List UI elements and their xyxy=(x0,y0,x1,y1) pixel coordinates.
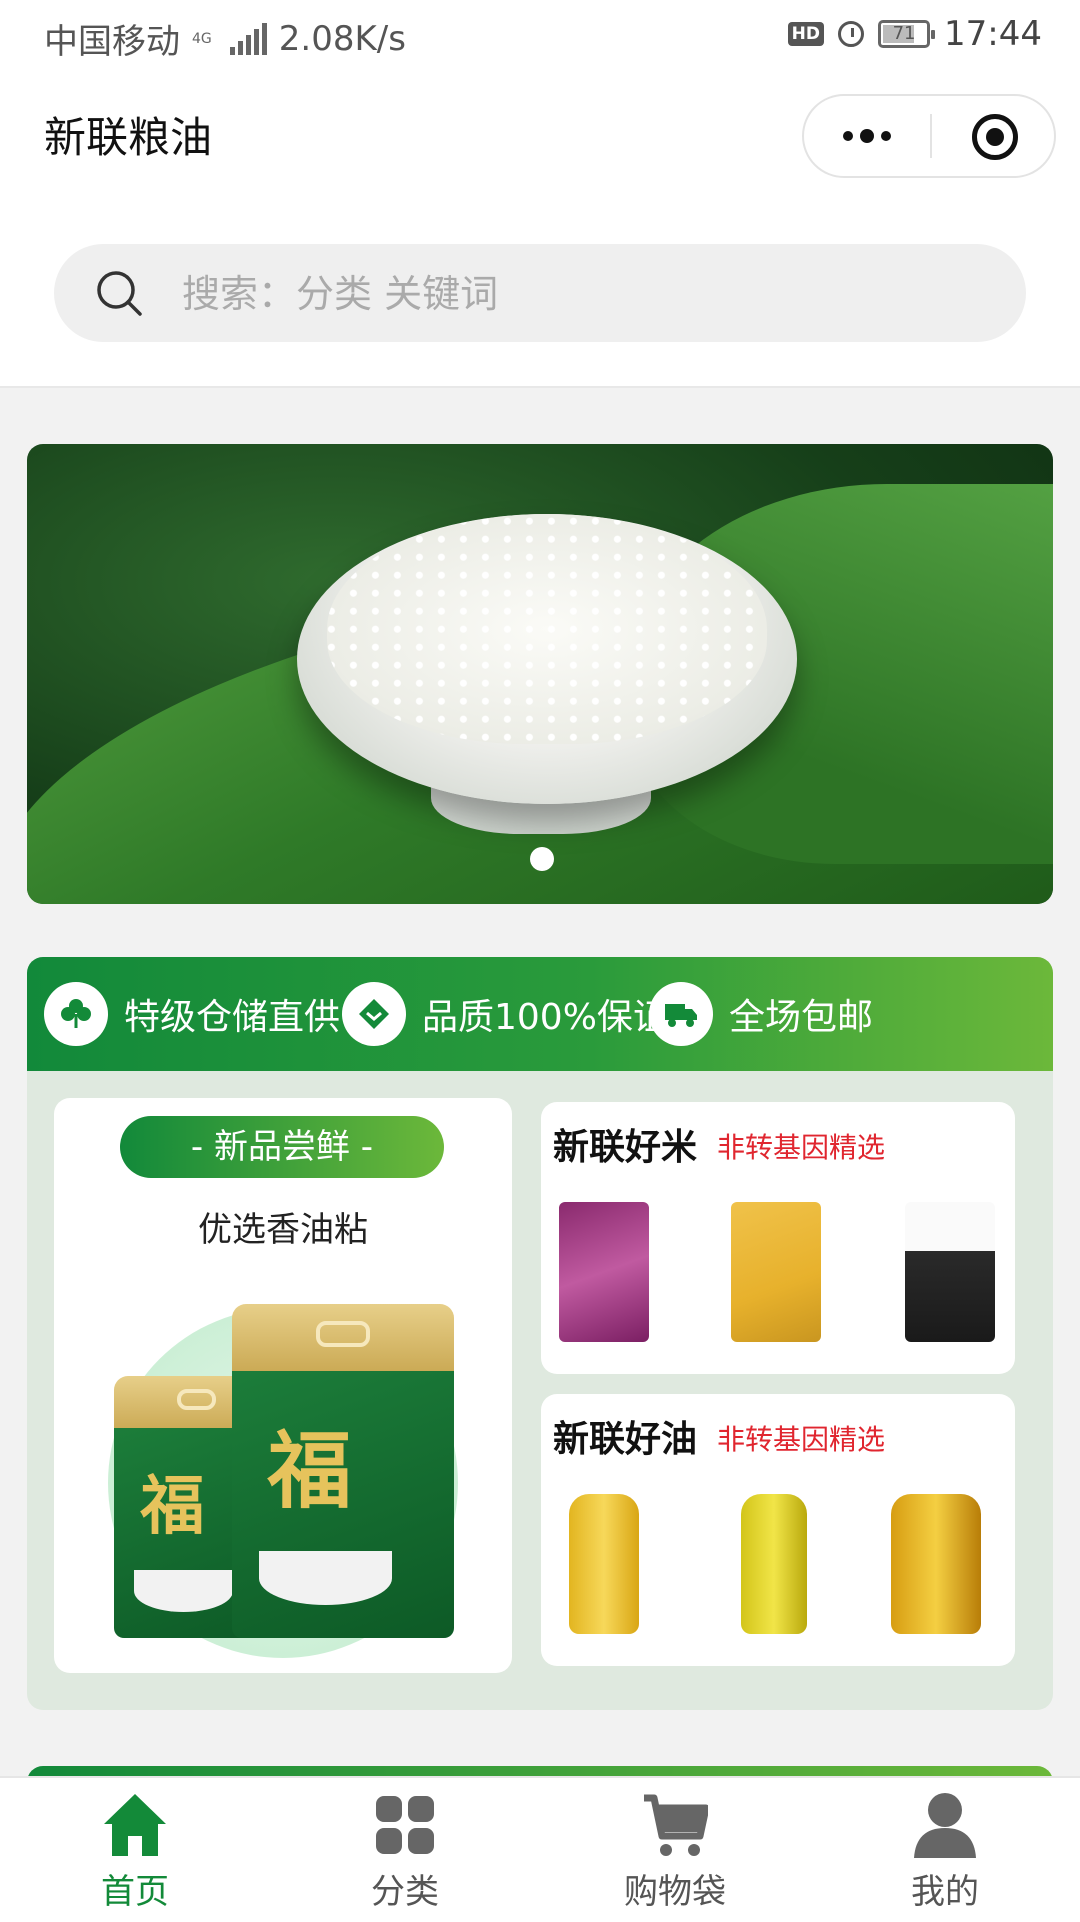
clover-icon xyxy=(44,982,108,1046)
guarantee-item: 特级仓储直供 xyxy=(44,957,340,1071)
new-product-pill: - 新品尝鲜 - xyxy=(120,1116,444,1178)
search-icon xyxy=(97,271,142,316)
rice-product-image xyxy=(905,1202,995,1342)
feature-section: 特级仓储直供 品质100%保证 全场包邮 - 新品尝鲜 - 优选香油粘 福 福 … xyxy=(27,957,1053,1710)
alarm-icon xyxy=(838,21,865,47)
guarantee-label: 全场包邮 xyxy=(729,997,874,1038)
category-icon xyxy=(376,1796,434,1854)
tab-label: 购物袋 xyxy=(624,1872,726,1912)
search-box[interactable] xyxy=(54,244,1026,344)
hd-icon: HD xyxy=(787,22,825,46)
tab-label: 首页 xyxy=(101,1872,169,1912)
tab-label: 分类 xyxy=(371,1872,439,1912)
more-dot-icon xyxy=(881,131,891,141)
rice-product-image xyxy=(731,1202,821,1342)
user-icon xyxy=(914,1793,976,1858)
cart-icon xyxy=(644,1794,708,1856)
tab-bar: 首页 分类 购物袋 我的 xyxy=(0,1776,1080,1922)
new-product-card[interactable]: - 新品尝鲜 - 优选香油粘 福 福 xyxy=(54,1098,512,1673)
card-title: 新联好米 xyxy=(553,1127,698,1168)
signal-icon xyxy=(229,22,267,55)
card-tag: 非转基因精选 xyxy=(717,1131,886,1164)
network-type: 4G xyxy=(192,30,212,47)
tab-category[interactable]: 分类 xyxy=(270,1778,540,1922)
more-dot-icon xyxy=(860,129,874,143)
truck-icon xyxy=(649,982,713,1046)
close-miniprogram-button[interactable] xyxy=(972,114,1018,160)
carousel-indicator-dot[interactable] xyxy=(530,847,554,871)
card-tag: 非转基因精选 xyxy=(717,1423,886,1456)
page-title: 新联粮油 xyxy=(44,113,213,162)
rice-category-card[interactable]: 新联好米 非转基因精选 xyxy=(541,1102,1015,1374)
network-speed: 2.08K/s xyxy=(278,18,406,59)
guarantee-label: 特级仓储直供 xyxy=(124,997,341,1038)
capsule-divider xyxy=(930,114,932,158)
search-input[interactable] xyxy=(180,244,1004,344)
more-menu-button[interactable] xyxy=(804,96,930,176)
oil-product-image xyxy=(569,1494,639,1634)
oil-product-image xyxy=(741,1494,807,1634)
status-right: HD 71 17:44 xyxy=(787,14,1042,54)
tab-label: 我的 xyxy=(911,1872,979,1912)
diamond-icon xyxy=(342,982,406,1046)
guarantee-bar: 特级仓储直供 品质100%保证 全场包邮 xyxy=(27,957,1053,1071)
guarantee-item: 全场包邮 xyxy=(649,957,873,1071)
status-bar: 中国移动 4G 2.08K/s HD 71 17:44 xyxy=(0,0,1080,74)
rice-bag-image: 福 xyxy=(232,1304,454,1638)
card-title: 新联好油 xyxy=(553,1419,698,1460)
miniprogram-capsule xyxy=(802,94,1056,178)
oil-category-card[interactable]: 新联好油 非转基因精选 xyxy=(541,1394,1015,1666)
battery-level: 71 xyxy=(892,23,916,44)
status-left: 中国移动 4G 2.08K/s xyxy=(44,14,406,63)
banner-carousel[interactable] xyxy=(27,444,1053,904)
home-icon xyxy=(104,1794,166,1856)
more-dot-icon xyxy=(843,131,853,141)
rice-product-image xyxy=(559,1202,649,1342)
title-bar: 新联粮油 xyxy=(0,74,1080,204)
guarantee-item: 品质100%保证 xyxy=(342,957,669,1071)
new-product-title: 优选香油粘 xyxy=(198,1210,368,1250)
battery-icon: 71 xyxy=(878,20,936,48)
carrier-name: 中国移动 xyxy=(44,22,180,62)
clock: 17:44 xyxy=(944,14,1042,54)
tab-home[interactable]: 首页 xyxy=(0,1778,270,1922)
oil-product-image xyxy=(891,1494,981,1634)
tab-cart[interactable]: 购物袋 xyxy=(540,1778,810,1922)
guarantee-label: 品质100%保证 xyxy=(422,997,669,1038)
banner-rice xyxy=(327,514,767,744)
tab-profile[interactable]: 我的 xyxy=(810,1778,1080,1922)
search-section xyxy=(0,204,1080,388)
